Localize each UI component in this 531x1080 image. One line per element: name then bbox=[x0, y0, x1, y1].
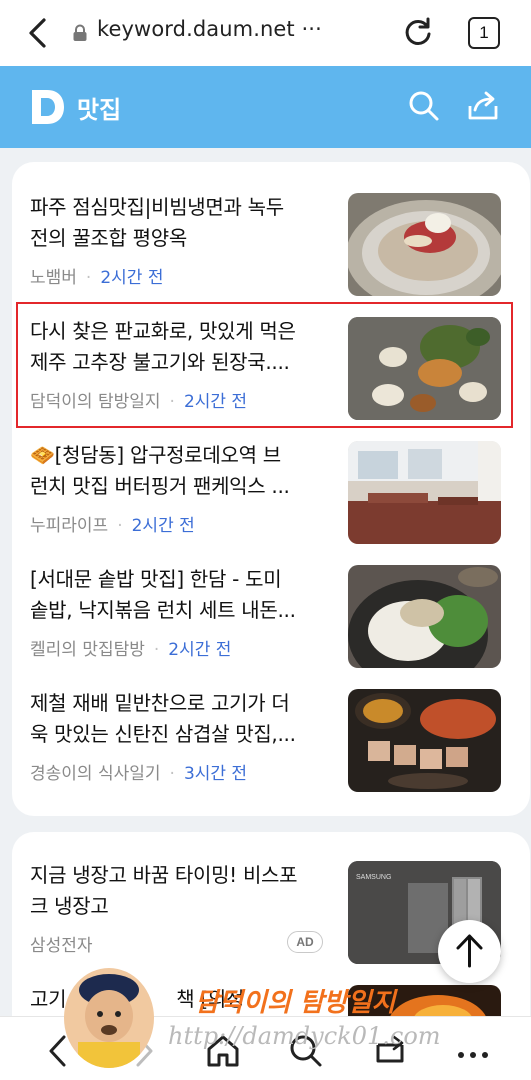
article-title[interactable]: 파주 점심맛집|비빔냉면과 녹두 전의 꿀조합 평양옥 bbox=[30, 192, 330, 254]
article-thumbnail[interactable] bbox=[348, 193, 501, 296]
list-item[interactable]: [서대문 솥밥 맛집] 한담 - 도미 솥밥, 낙지볶음 런치 세트 내돈...… bbox=[12, 564, 530, 686]
share-icon[interactable] bbox=[466, 90, 500, 122]
scroll-top-button[interactable] bbox=[438, 920, 501, 983]
watermark-url: http://damdyck01.com bbox=[168, 1022, 441, 1050]
daum-header: 맛집 bbox=[0, 66, 531, 148]
article-title[interactable]: 제철 재배 밑반찬으로 고기가 더 욱 맛있는 신탄진 삼겹살 맛집,... bbox=[30, 688, 330, 750]
ad-badge: AD bbox=[287, 931, 323, 953]
browser-address-bar: keyword.daum.net ··· 1 bbox=[0, 0, 531, 66]
tab-count-button[interactable]: 1 bbox=[468, 17, 500, 49]
article-source: 노뱀버 bbox=[30, 268, 77, 288]
article-thumbnail[interactable] bbox=[348, 565, 501, 668]
list-item[interactable]: 제철 재배 밑반찬으로 고기가 더 욱 맛있는 신탄진 삼겹살 맛집,... 경… bbox=[12, 688, 530, 810]
watermark-avatar bbox=[64, 968, 154, 1068]
article-source: 경송이의 식사일기 bbox=[30, 764, 161, 784]
article-meta: 경송이의 식사일기 · 3시간 전 bbox=[30, 764, 248, 784]
article-list-card: 파주 점심맛집|비빔냉면과 녹두 전의 꿀조합 평양옥 노뱀버 · 2시간 전 다시… bbox=[12, 162, 530, 816]
search-icon[interactable] bbox=[408, 90, 440, 122]
article-meta: 켈리의 맛집탐방 · 2시간 전 bbox=[30, 640, 232, 660]
ad-title[interactable]: 지금 냉장고 바꿈 타이밍! 비스포 크 냉장고 bbox=[30, 860, 330, 922]
reload-icon[interactable] bbox=[402, 16, 434, 48]
ad-source: 삼성전자 bbox=[30, 936, 93, 956]
article-time: 3시간 전 bbox=[183, 764, 248, 784]
ad-meta: 삼성전자 bbox=[30, 931, 93, 956]
watermark-title: 담덕이의 탐방일지 bbox=[195, 988, 396, 1018]
lock-icon bbox=[73, 24, 87, 41]
article-time: 2시간 전 bbox=[131, 516, 195, 536]
arrow-up-icon bbox=[456, 934, 483, 968]
ad-thumb-brand: SAMSUNG bbox=[356, 874, 391, 881]
article-thumbnail[interactable] bbox=[348, 689, 501, 792]
article-time: 2시간 전 bbox=[100, 268, 164, 288]
article-meta: 누피라이프 · 2시간 전 bbox=[30, 516, 195, 536]
article-title[interactable]: 🧇[청담동] 압구정로데오역 브 런치 맛집 버터핑거 팬케익스 ... bbox=[30, 440, 330, 502]
list-item[interactable]: 🧇[청담동] 압구정로데오역 브 런치 맛집 버터핑거 팬케익스 ... 누피라… bbox=[12, 440, 530, 562]
article-source: 누피라이프 bbox=[30, 516, 109, 536]
article-time: 2시간 전 bbox=[168, 640, 232, 660]
article-meta: 노뱀버 · 2시간 전 bbox=[30, 268, 164, 288]
more-icon[interactable] bbox=[455, 1033, 491, 1069]
article-source: 켈리의 맛집탐방 bbox=[30, 640, 145, 660]
list-item[interactable]: 파주 점심맛집|비빔냉면과 녹두 전의 꿀조합 평양옥 노뱀버 · 2시간 전 bbox=[12, 192, 530, 314]
article-title[interactable]: [서대문 솥밥 맛집] 한담 - 도미 솥밥, 낙지볶음 런치 세트 내돈... bbox=[30, 564, 330, 626]
page-title: 맛집 bbox=[77, 96, 122, 124]
back-icon[interactable] bbox=[24, 16, 54, 50]
article-thumbnail[interactable] bbox=[348, 441, 501, 544]
daum-logo[interactable] bbox=[30, 88, 66, 126]
url-text[interactable]: keyword.daum.net ··· bbox=[97, 17, 322, 41]
highlight-frame bbox=[16, 302, 513, 428]
